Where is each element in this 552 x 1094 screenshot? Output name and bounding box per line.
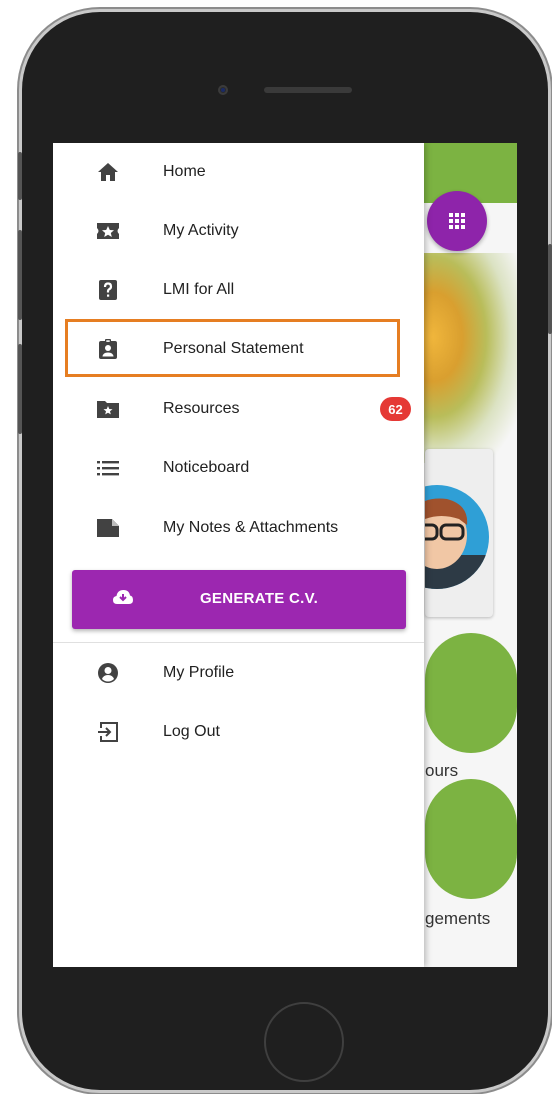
list-icon (95, 455, 121, 481)
menu-item-label: Home (163, 163, 206, 180)
phone-volume-down-button (18, 344, 22, 434)
grid-icon (449, 213, 465, 229)
apps-fab-button[interactable] (427, 191, 487, 251)
speaker-grille (264, 87, 352, 93)
stat-label-engagements: gements (425, 909, 491, 928)
menu-item-my-activity[interactable]: My Activity (53, 205, 424, 257)
help-box-icon (95, 277, 121, 303)
resources-count-badge: 62 (380, 397, 411, 421)
menu-divider (53, 642, 424, 643)
menu-item-lmi-for-all[interactable]: LMI for All (53, 264, 424, 316)
stat-label-hours: ours (425, 761, 459, 780)
camera-icon (218, 85, 228, 95)
phone-power-button (548, 244, 552, 334)
menu-item-log-out[interactable]: Log Out (53, 706, 424, 758)
phone-volume-up-button (18, 230, 22, 320)
folder-star-icon (95, 396, 121, 422)
account-circle-icon (95, 660, 121, 686)
menu-item-resources[interactable]: Resources 62 (53, 383, 424, 435)
header-splash-image (423, 253, 517, 463)
menu-item-noticeboard[interactable]: Noticeboard (53, 442, 424, 494)
note-icon (95, 515, 121, 541)
avatar (425, 485, 489, 589)
menu-item-my-profile[interactable]: My Profile (53, 647, 424, 699)
generate-cv-button[interactable]: GENERATE C.V. (72, 570, 406, 629)
app-screen: ours gements Home My Activity LMI for Al… (53, 143, 517, 967)
star-ticket-icon (95, 218, 121, 244)
menu-item-label: My Activity (163, 222, 239, 239)
menu-item-label: My Notes & Attachments (163, 519, 339, 536)
phone-side-button (18, 152, 22, 200)
stat-circle-engagements[interactable] (425, 779, 517, 899)
home-icon (95, 159, 121, 185)
menu-item-label: Resources (163, 400, 240, 417)
phone-home-button[interactable] (264, 1002, 344, 1082)
menu-item-label: Log Out (163, 723, 220, 740)
generate-cv-label: GENERATE C.V. (199, 590, 319, 607)
menu-item-label: LMI for All (163, 281, 235, 298)
selection-highlight (65, 319, 400, 377)
logout-icon (95, 719, 121, 745)
profile-card[interactable] (425, 449, 493, 617)
navigation-drawer: Home My Activity LMI for All Personal St… (53, 143, 424, 967)
menu-item-label: Noticeboard (163, 459, 250, 476)
menu-item-my-notes-attachments[interactable]: My Notes & Attachments (53, 502, 424, 554)
menu-item-home[interactable]: Home (53, 146, 424, 198)
stat-circle-hours[interactable] (425, 633, 517, 753)
menu-item-label: My Profile (163, 664, 235, 681)
